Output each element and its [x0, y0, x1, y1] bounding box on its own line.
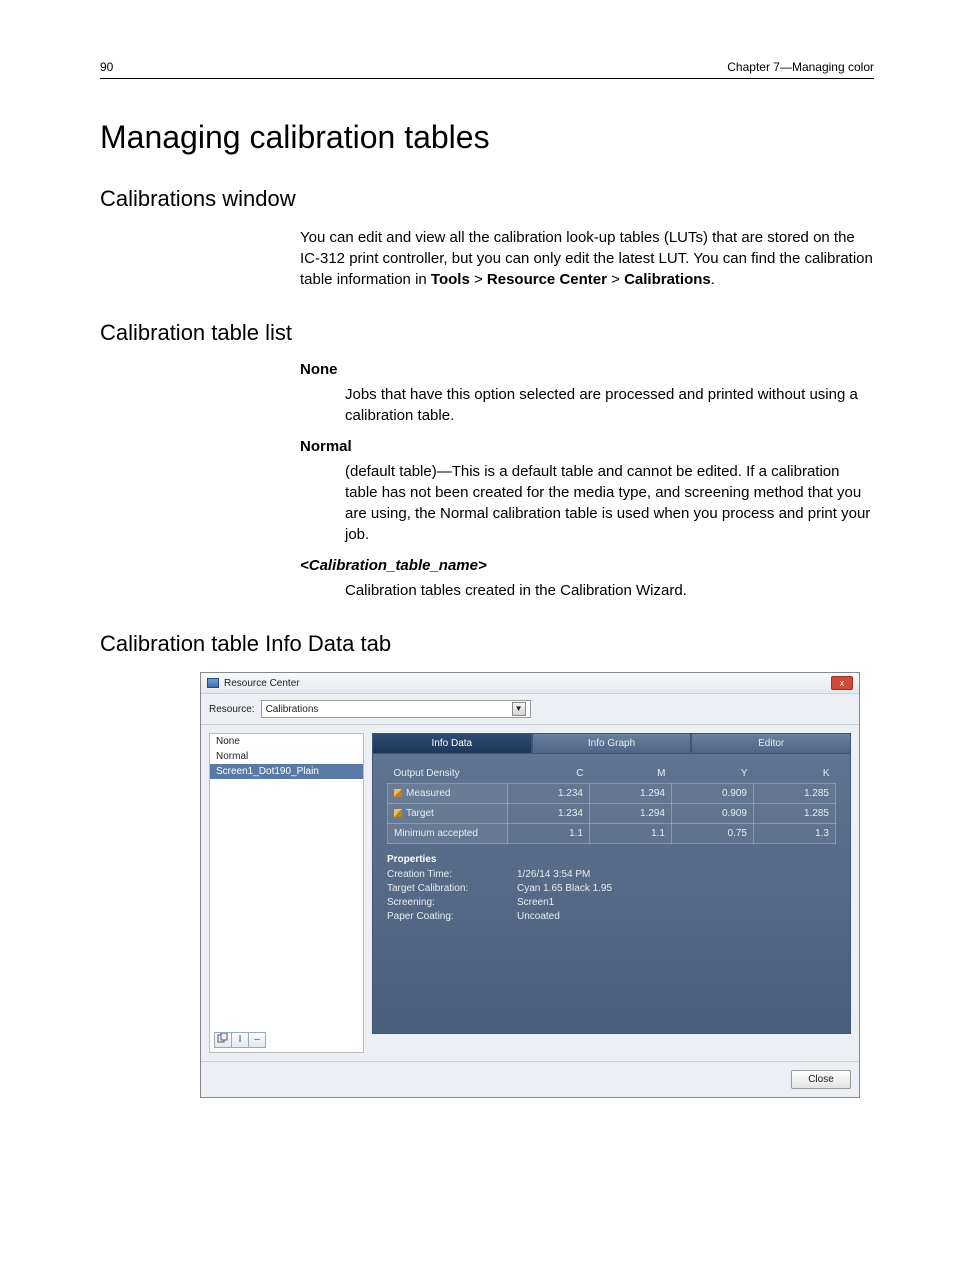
col-y: Y [672, 764, 754, 784]
properties-block: Properties Creation Time:1/26/14 3:54 PM… [387, 854, 836, 922]
resource-center-window: Resource Center x Resource: Calibrations… [200, 672, 860, 1098]
section-calibration-table-list: Calibration table list [100, 320, 874, 346]
close-button[interactable]: Close [791, 1070, 851, 1089]
prop-paper-coating-value: Uncoated [517, 911, 836, 922]
calibration-table-list[interactable]: None Normal Screen1_Dot190_Plain I – [209, 733, 364, 1053]
resource-select[interactable]: Calibrations ▼ [261, 700, 531, 718]
info-data-panel: Output Density C M Y K Measured 1.234 [372, 754, 851, 1034]
close-icon[interactable]: x [831, 676, 853, 690]
col-k: K [754, 764, 836, 784]
term-normal: Normal [300, 438, 874, 455]
window-title: Resource Center [224, 678, 300, 689]
resource-label: Resource: [209, 704, 255, 715]
table-row: Measured 1.234 1.294 0.909 1.285 [388, 784, 836, 804]
tab-info-graph[interactable]: Info Graph [532, 733, 692, 754]
page-number: 90 [100, 60, 113, 74]
window-titlebar[interactable]: Resource Center x [201, 673, 859, 694]
prop-target-calibration-value: Cyan 1.65 Black 1.95 [517, 883, 836, 894]
col-m: M [590, 764, 672, 784]
output-density-table: Output Density C M Y K Measured 1.234 [387, 764, 836, 844]
duplicate-button[interactable] [214, 1032, 232, 1048]
rename-button[interactable]: I [231, 1032, 249, 1048]
window-footer: Close [201, 1061, 859, 1097]
term-none-body: Jobs that have this option selected are … [345, 384, 874, 426]
prop-creation-time-label: Creation Time: [387, 869, 517, 880]
table-row: Target 1.234 1.294 0.909 1.285 [388, 804, 836, 824]
section-calibrations-window: Calibrations window [100, 186, 874, 212]
section-calibration-info-data-tab: Calibration table Info Data tab [100, 631, 874, 657]
list-item[interactable]: Screen1_Dot190_Plain [210, 764, 363, 779]
page-title: Managing calibration tables [100, 119, 874, 156]
tabs: Info Data Info Graph Editor [372, 733, 851, 754]
prop-screening-label: Screening: [387, 897, 517, 908]
calibrations-window-paragraph: You can edit and view all the calibratio… [300, 227, 874, 290]
col-c: C [508, 764, 590, 784]
page-header: 90 Chapter 7—Managing color [100, 60, 874, 79]
chevron-down-icon: ▼ [512, 702, 526, 716]
chapter-label: Chapter 7—Managing color [727, 60, 874, 74]
list-item[interactable]: None [210, 734, 363, 749]
term-none: None [300, 361, 874, 378]
term-calibration-table-name: <Calibration_table_name> [300, 557, 874, 574]
prop-creation-time-value: 1/26/14 3:54 PM [517, 869, 836, 880]
table-row: Minimum accepted 1.1 1.1 0.75 1.3 [388, 824, 836, 844]
term-normal-body: (default table)—This is a default table … [345, 461, 874, 545]
resource-selector-row: Resource: Calibrations ▼ [201, 694, 859, 725]
properties-title: Properties [387, 854, 836, 865]
prop-paper-coating-label: Paper Coating: [387, 911, 517, 922]
duplicate-icon [217, 1033, 229, 1043]
pencil-icon [394, 809, 402, 817]
resource-select-value: Calibrations [266, 704, 319, 715]
pencil-icon [394, 789, 402, 797]
term-calibration-table-name-body: Calibration tables created in the Calibr… [345, 580, 874, 601]
prop-screening-value: Screen1 [517, 897, 836, 908]
col-output-density: Output Density [388, 764, 508, 784]
delete-button[interactable]: – [248, 1032, 266, 1048]
tab-editor[interactable]: Editor [691, 733, 851, 754]
list-item[interactable]: Normal [210, 749, 363, 764]
app-icon [207, 678, 219, 688]
prop-target-calibration-label: Target Calibration: [387, 883, 517, 894]
tab-info-data[interactable]: Info Data [372, 733, 532, 754]
